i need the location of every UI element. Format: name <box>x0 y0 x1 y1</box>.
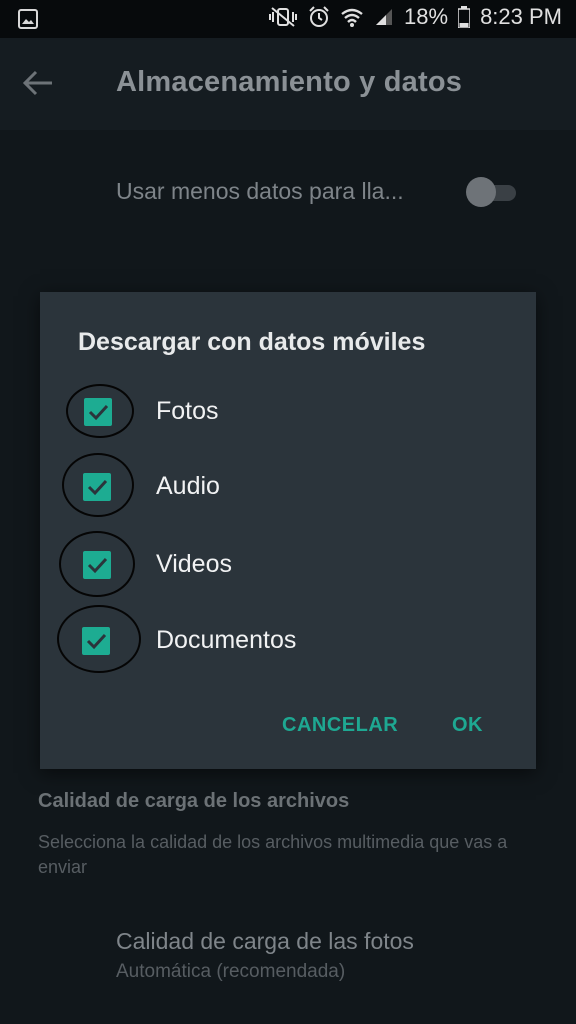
option-videos[interactable]: Videos <box>40 531 536 597</box>
app-toolbar: Almacenamiento y datos <box>0 38 576 130</box>
upload-quality-header: Calidad de carga de los archivos <box>38 790 350 812</box>
download-mobile-data-dialog: Descargar con datos móviles Fotos Audio … <box>40 292 536 769</box>
dialog-title: Descargar con datos móviles <box>78 328 426 356</box>
battery-level: 18% <box>404 4 449 29</box>
page-title: Almacenamiento y datos <box>116 66 463 98</box>
cancel-button[interactable]: CANCELAR <box>282 714 398 737</box>
gallery-notification-icon <box>18 9 38 34</box>
battery-icon <box>458 6 471 28</box>
back-arrow-icon[interactable] <box>20 68 56 103</box>
less-data-calls-label: Usar menos datos para lla... <box>116 178 404 204</box>
audio-checkbox[interactable] <box>83 473 111 501</box>
documents-label: Documentos <box>156 626 297 654</box>
photos-label: Fotos <box>156 397 219 425</box>
audio-label: Audio <box>156 472 220 500</box>
option-photos[interactable]: Fotos <box>40 382 536 442</box>
videos-label: Videos <box>156 550 232 578</box>
less-data-calls-toggle[interactable] <box>466 176 520 208</box>
photo-quality-value: Automática (recomendada) <box>116 961 346 982</box>
less-data-calls-setting[interactable]: Usar menos datos para lla... <box>116 176 536 212</box>
ok-button[interactable]: OK <box>452 714 483 737</box>
photos-checkbox[interactable] <box>84 398 112 426</box>
toggle-knob <box>466 177 496 207</box>
documents-checkbox[interactable] <box>82 627 110 655</box>
signal-icon <box>374 7 394 27</box>
upload-quality-description: Selecciona la calidad de los archivos mu… <box>38 832 508 877</box>
status-bar: 18% 8:23 PM <box>0 0 576 38</box>
videos-checkbox[interactable] <box>83 551 111 579</box>
screen: 18% 8:23 PM Almacenamiento y datos Usar … <box>0 0 576 1024</box>
alarm-icon <box>308 6 330 28</box>
clock-time: 8:23 PM <box>480 4 562 29</box>
vibrate-off-icon <box>268 6 298 28</box>
option-audio[interactable]: Audio <box>40 453 536 517</box>
photo-quality-title[interactable]: Calidad de carga de las fotos <box>116 928 414 955</box>
option-documents[interactable]: Documentos <box>40 605 536 673</box>
wifi-icon <box>340 6 364 28</box>
